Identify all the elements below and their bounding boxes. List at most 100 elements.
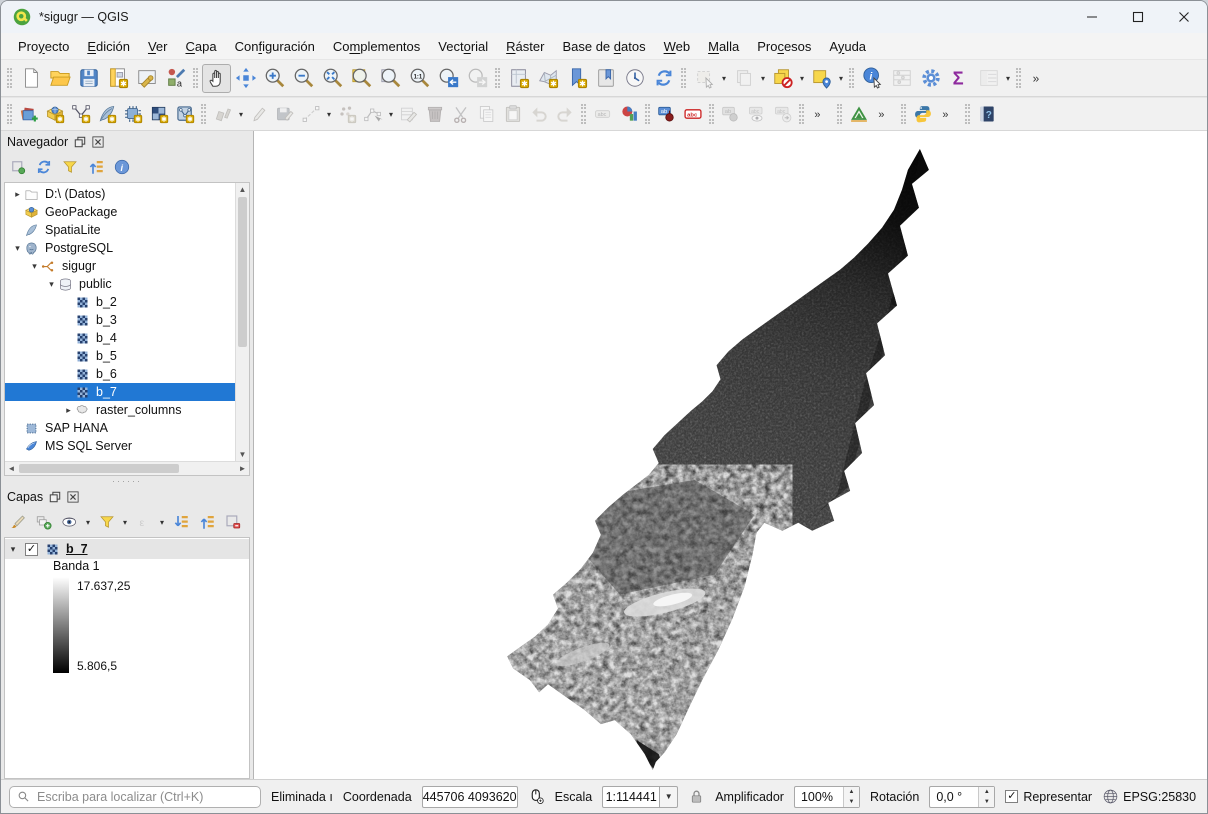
project-new-button[interactable] <box>16 64 45 93</box>
magnifier-value[interactable]: 100% <box>795 787 843 807</box>
toolbar-grip[interactable] <box>581 104 586 124</box>
close-button[interactable] <box>1161 1 1207 33</box>
show-layout-manager-button[interactable] <box>132 64 161 93</box>
help-button[interactable]: ? <box>974 101 1000 127</box>
menu-r-ster[interactable]: Ráster <box>497 36 553 57</box>
filter-legend-dropdown-icon[interactable]: ▾ <box>120 518 130 527</box>
menu-complementos[interactable]: Complementos <box>324 36 429 57</box>
panel-splitter[interactable]: ······ <box>1 476 253 486</box>
tree-item-b-6[interactable]: b_6 <box>5 365 249 383</box>
toolbar-grip[interactable] <box>495 68 500 88</box>
collapse-all-layers-button[interactable] <box>194 510 219 535</box>
scroll-down-icon[interactable]: ▼ <box>236 448 249 461</box>
grass-overflow-button[interactable]: » <box>872 101 898 127</box>
layers-float-button[interactable] <box>49 491 61 503</box>
scale-dropdown-icon[interactable]: ▼ <box>660 786 678 808</box>
expand-all-layers-button[interactable] <box>168 510 193 535</box>
browser-vertical-scrollbar[interactable]: ▲ ▼ <box>235 183 249 461</box>
zoom-native-button[interactable]: 1:1 <box>405 64 434 93</box>
new-memory-layer-button[interactable] <box>172 101 198 127</box>
expander-open-icon[interactable]: ▾ <box>28 261 41 272</box>
layer-item-b7[interactable]: ▾ ✓ b_7 <box>5 539 249 559</box>
menu-procesos[interactable]: Procesos <box>748 36 820 57</box>
expander-closed-icon[interactable]: ▸ <box>62 405 75 416</box>
tree-item-raster-columns[interactable]: ▸raster_columns <box>5 401 249 419</box>
toolbar-grip[interactable] <box>7 68 12 88</box>
new-3d-map-view-button[interactable] <box>533 64 562 93</box>
render-checkbox[interactable]: ✓ <box>1005 790 1018 803</box>
layer-expander-icon[interactable]: ▾ <box>5 544 21 555</box>
menu-capa[interactable]: Capa <box>176 36 225 57</box>
menu-base-de-datos[interactable]: Base de datos <box>553 36 654 57</box>
open-layer-styling-button[interactable] <box>5 510 30 535</box>
toolbar-grip[interactable] <box>7 104 12 124</box>
tree-item-public[interactable]: ▾public <box>5 275 249 293</box>
tree-item-b-3[interactable]: b_3 <box>5 311 249 329</box>
toolbar-grip[interactable] <box>645 104 650 124</box>
locator-search[interactable] <box>9 786 261 808</box>
render-toggle[interactable]: ✓ Representar <box>1005 790 1092 804</box>
zoom-to-layer-button[interactable] <box>376 64 405 93</box>
scroll-up-icon[interactable]: ▲ <box>236 183 249 196</box>
browser-properties-button[interactable]: i <box>109 155 134 180</box>
layers-close-button[interactable] <box>67 491 79 503</box>
menu-vectorial[interactable]: Vectorial <box>429 36 497 57</box>
pan-to-selection-button[interactable] <box>231 64 260 93</box>
rotation-value[interactable]: 0,0 ° <box>930 787 978 807</box>
pin-labels-button[interactable]: ab <box>654 101 680 127</box>
scroll-left-icon[interactable]: ◄ <box>5 464 18 473</box>
deselect-features-dropdown-icon[interactable]: ▾ <box>797 74 807 83</box>
menu-configuraci-n[interactable]: Configuración <box>226 36 324 57</box>
deselect-features-button[interactable] <box>768 64 797 93</box>
browser-close-button[interactable] <box>92 136 104 148</box>
minimize-button[interactable] <box>1069 1 1115 33</box>
lock-scale-icon[interactable] <box>688 788 705 805</box>
refresh-map-button[interactable] <box>649 64 678 93</box>
toolbar-grip[interactable] <box>965 104 970 124</box>
add-group-button[interactable] <box>31 510 56 535</box>
grass-tools-button[interactable] <box>846 101 872 127</box>
spin-down-icon[interactable]: ▼ <box>979 797 994 807</box>
menu-malla[interactable]: Malla <box>699 36 748 57</box>
spin-up-icon[interactable]: ▲ <box>979 787 994 797</box>
tree-item-b-2[interactable]: b_2 <box>5 293 249 311</box>
toolbar-grip[interactable] <box>709 104 714 124</box>
browser-float-button[interactable] <box>74 136 86 148</box>
highlight-pinned-labels-button[interactable]: abc <box>680 101 706 127</box>
filter-browser-button[interactable] <box>57 155 82 180</box>
toolbar-grip[interactable] <box>1016 68 1021 88</box>
tree-item-b-5[interactable]: b_5 <box>5 347 249 365</box>
add-selected-layers-button[interactable] <box>5 155 30 180</box>
pan-map-button[interactable] <box>202 64 231 93</box>
toolbar-grip[interactable] <box>837 104 842 124</box>
new-print-layout-button[interactable] <box>103 64 132 93</box>
locator-search-input[interactable] <box>35 789 253 805</box>
toolbar-grip[interactable] <box>681 68 686 88</box>
scale-combo[interactable]: 1:114441 ▼ <box>602 786 678 808</box>
new-geopackage-layer-button[interactable] <box>42 101 68 127</box>
statistics-panel-button[interactable]: Σ <box>945 64 974 93</box>
zoom-full-button[interactable] <box>318 64 347 93</box>
map-canvas[interactable] <box>253 131 1207 779</box>
magnifier-spinner[interactable]: 100% ▲▼ <box>794 786 860 808</box>
tree-item-b-4[interactable]: b_4 <box>5 329 249 347</box>
tree-item-sigugr[interactable]: ▾sigugr <box>5 257 249 275</box>
processing-toolbox-button[interactable] <box>916 64 945 93</box>
style-manager-button[interactable]: a <box>161 64 190 93</box>
menu-proyecto[interactable]: Proyecto <box>9 36 78 57</box>
new-gpx-layer-button[interactable] <box>120 101 146 127</box>
identify-features-button[interactable]: i <box>858 64 887 93</box>
crs-status[interactable]: EPSG:25830 <box>1102 788 1196 805</box>
refresh-browser-button[interactable] <box>31 155 56 180</box>
python-console-button[interactable] <box>910 101 936 127</box>
expander-closed-icon[interactable]: ▸ <box>11 189 24 200</box>
collapse-browser-tree-button[interactable] <box>83 155 108 180</box>
layer-name[interactable]: b_7 <box>66 542 88 556</box>
new-map-view-button[interactable] <box>504 64 533 93</box>
maximize-button[interactable] <box>1115 1 1161 33</box>
zoom-last-button[interactable] <box>434 64 463 93</box>
toolbar-grip[interactable] <box>901 104 906 124</box>
select-by-location-button[interactable] <box>807 64 836 93</box>
layer-visibility-checkbox[interactable]: ✓ <box>25 543 38 556</box>
show-spatial-bookmarks-button[interactable] <box>591 64 620 93</box>
